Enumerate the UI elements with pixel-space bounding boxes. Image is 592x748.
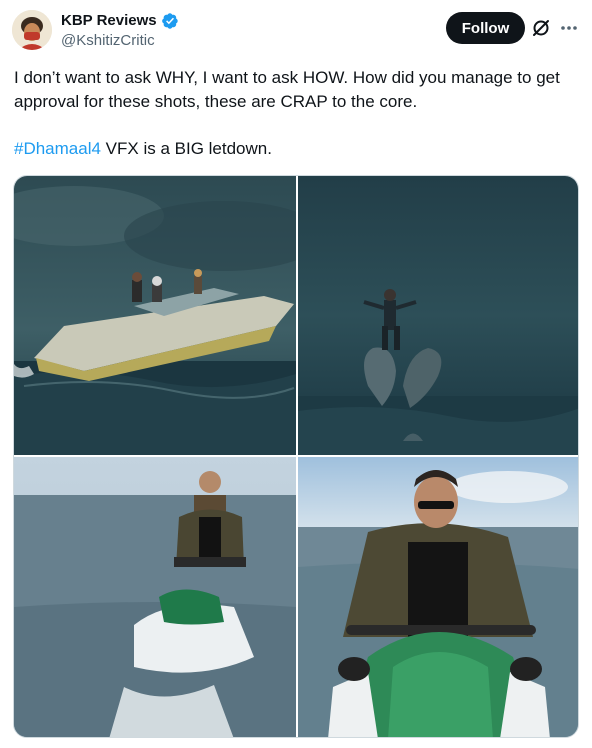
grok-icon[interactable] (531, 18, 551, 38)
author-handle[interactable]: @KshitizCritic (61, 31, 179, 51)
author-display-name[interactable]: KBP Reviews (61, 12, 157, 30)
media-jetski-closeup[interactable] (298, 457, 578, 737)
tweet-text-line2-rest: VFX is a BIG letdown. (100, 139, 272, 158)
tweet-card: KBP Reviews @KshitizCritic Follow I don’… (0, 0, 592, 748)
media-jetski-wide[interactable] (14, 457, 296, 737)
hashtag-link[interactable]: #Dhamaal4 (14, 139, 101, 158)
author-info: KBP Reviews @KshitizCritic (61, 12, 179, 51)
more-options-icon[interactable] (558, 18, 580, 38)
media-grid (13, 175, 579, 738)
media-speedboat-storm[interactable] (14, 176, 296, 455)
tweet-text: I don’t want to ask WHY, I want to ask H… (14, 66, 582, 161)
verified-badge-icon[interactable] (161, 12, 179, 30)
media-man-on-dolphins[interactable] (298, 176, 578, 455)
tweet-text-line1: I don’t want to ask WHY, I want to ask H… (14, 68, 560, 111)
author-avatar[interactable] (12, 10, 52, 50)
avatar-icon (12, 10, 52, 50)
follow-button[interactable]: Follow (446, 12, 525, 44)
tweet-text-line2: #Dhamaal4 VFX is a BIG letdown. (14, 137, 582, 161)
